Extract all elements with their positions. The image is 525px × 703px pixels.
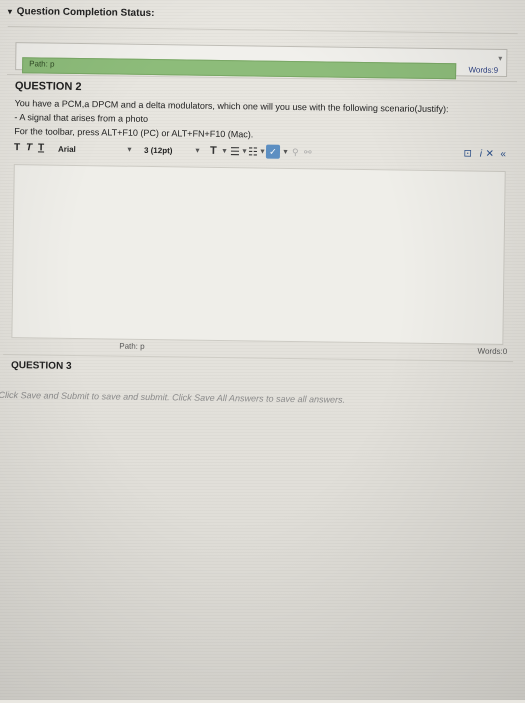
- unlink-icon[interactable]: ⚯: [304, 147, 312, 158]
- question-2-prompt: You have a PCM,a DPCM and a delta modula…: [14, 98, 449, 115]
- font-size-select[interactable]: 3 (12pt): [144, 146, 173, 155]
- text-color-button[interactable]: T: [210, 145, 217, 157]
- font-family-select[interactable]: Arial: [58, 145, 76, 154]
- chevron-down-icon[interactable]: ▼: [194, 148, 201, 155]
- question-2-scenario: - A signal that arises from a photo: [14, 112, 149, 124]
- divider: [7, 25, 518, 35]
- chevron-down-icon[interactable]: ▼: [282, 149, 289, 156]
- link-icon[interactable]: ⚲: [292, 147, 299, 158]
- word-count: Words:0: [477, 346, 508, 357]
- question-3-title: QUESTION 3: [10, 360, 72, 372]
- assessment-page: ▾ Question Completion Status: ▾ Path: p …: [0, 6, 518, 703]
- bulleted-list-icon[interactable]: ☰: [230, 145, 240, 158]
- previous-answer-editor[interactable]: ▾ Path: p Words:9: [15, 42, 508, 80]
- collapse-toolbar-icon[interactable]: «: [500, 149, 506, 160]
- chevron-down-icon[interactable]: ▼: [241, 148, 248, 155]
- save-instructions: Click Save and Submit to save and submit…: [0, 389, 346, 405]
- close-icon[interactable]: ✕: [486, 149, 495, 160]
- editor-toolbar: T T T Arial ▼ 3 (12pt) ▼ T ▼ ☰ ▼ ☷ ▼ ✓ ▼…: [14, 140, 506, 167]
- toolbar-accessibility-hint: For the toolbar, press ALT+F10 (PC) or A…: [14, 126, 254, 140]
- editor-path: Path: p: [29, 59, 55, 69]
- editor-path: Path: p: [119, 341, 145, 351]
- numbered-list-icon[interactable]: ☷: [248, 145, 258, 158]
- info-icon[interactable]: i: [480, 149, 482, 160]
- fullscreen-icon[interactable]: ⊡: [464, 148, 473, 159]
- answer-textarea[interactable]: [11, 164, 506, 345]
- completion-status-label: Question Completion Status:: [16, 6, 155, 20]
- spellcheck-icon[interactable]: ✓: [265, 144, 281, 159]
- collapse-triangle-icon[interactable]: ▾: [8, 7, 12, 16]
- chevron-down-icon[interactable]: ▼: [221, 148, 228, 155]
- underline-button[interactable]: T: [38, 142, 44, 153]
- word-count: Words:9: [468, 65, 499, 75]
- chevron-down-icon[interactable]: ▼: [126, 147, 133, 154]
- question-2-title: QUESTION 2: [14, 80, 82, 94]
- resize-corner-icon[interactable]: ▾: [498, 54, 502, 63]
- bold-button[interactable]: T: [14, 142, 20, 153]
- italic-button[interactable]: T: [26, 142, 32, 153]
- chevron-down-icon[interactable]: ▼: [259, 149, 266, 156]
- completion-status-header[interactable]: ▾ Question Completion Status:: [8, 6, 155, 19]
